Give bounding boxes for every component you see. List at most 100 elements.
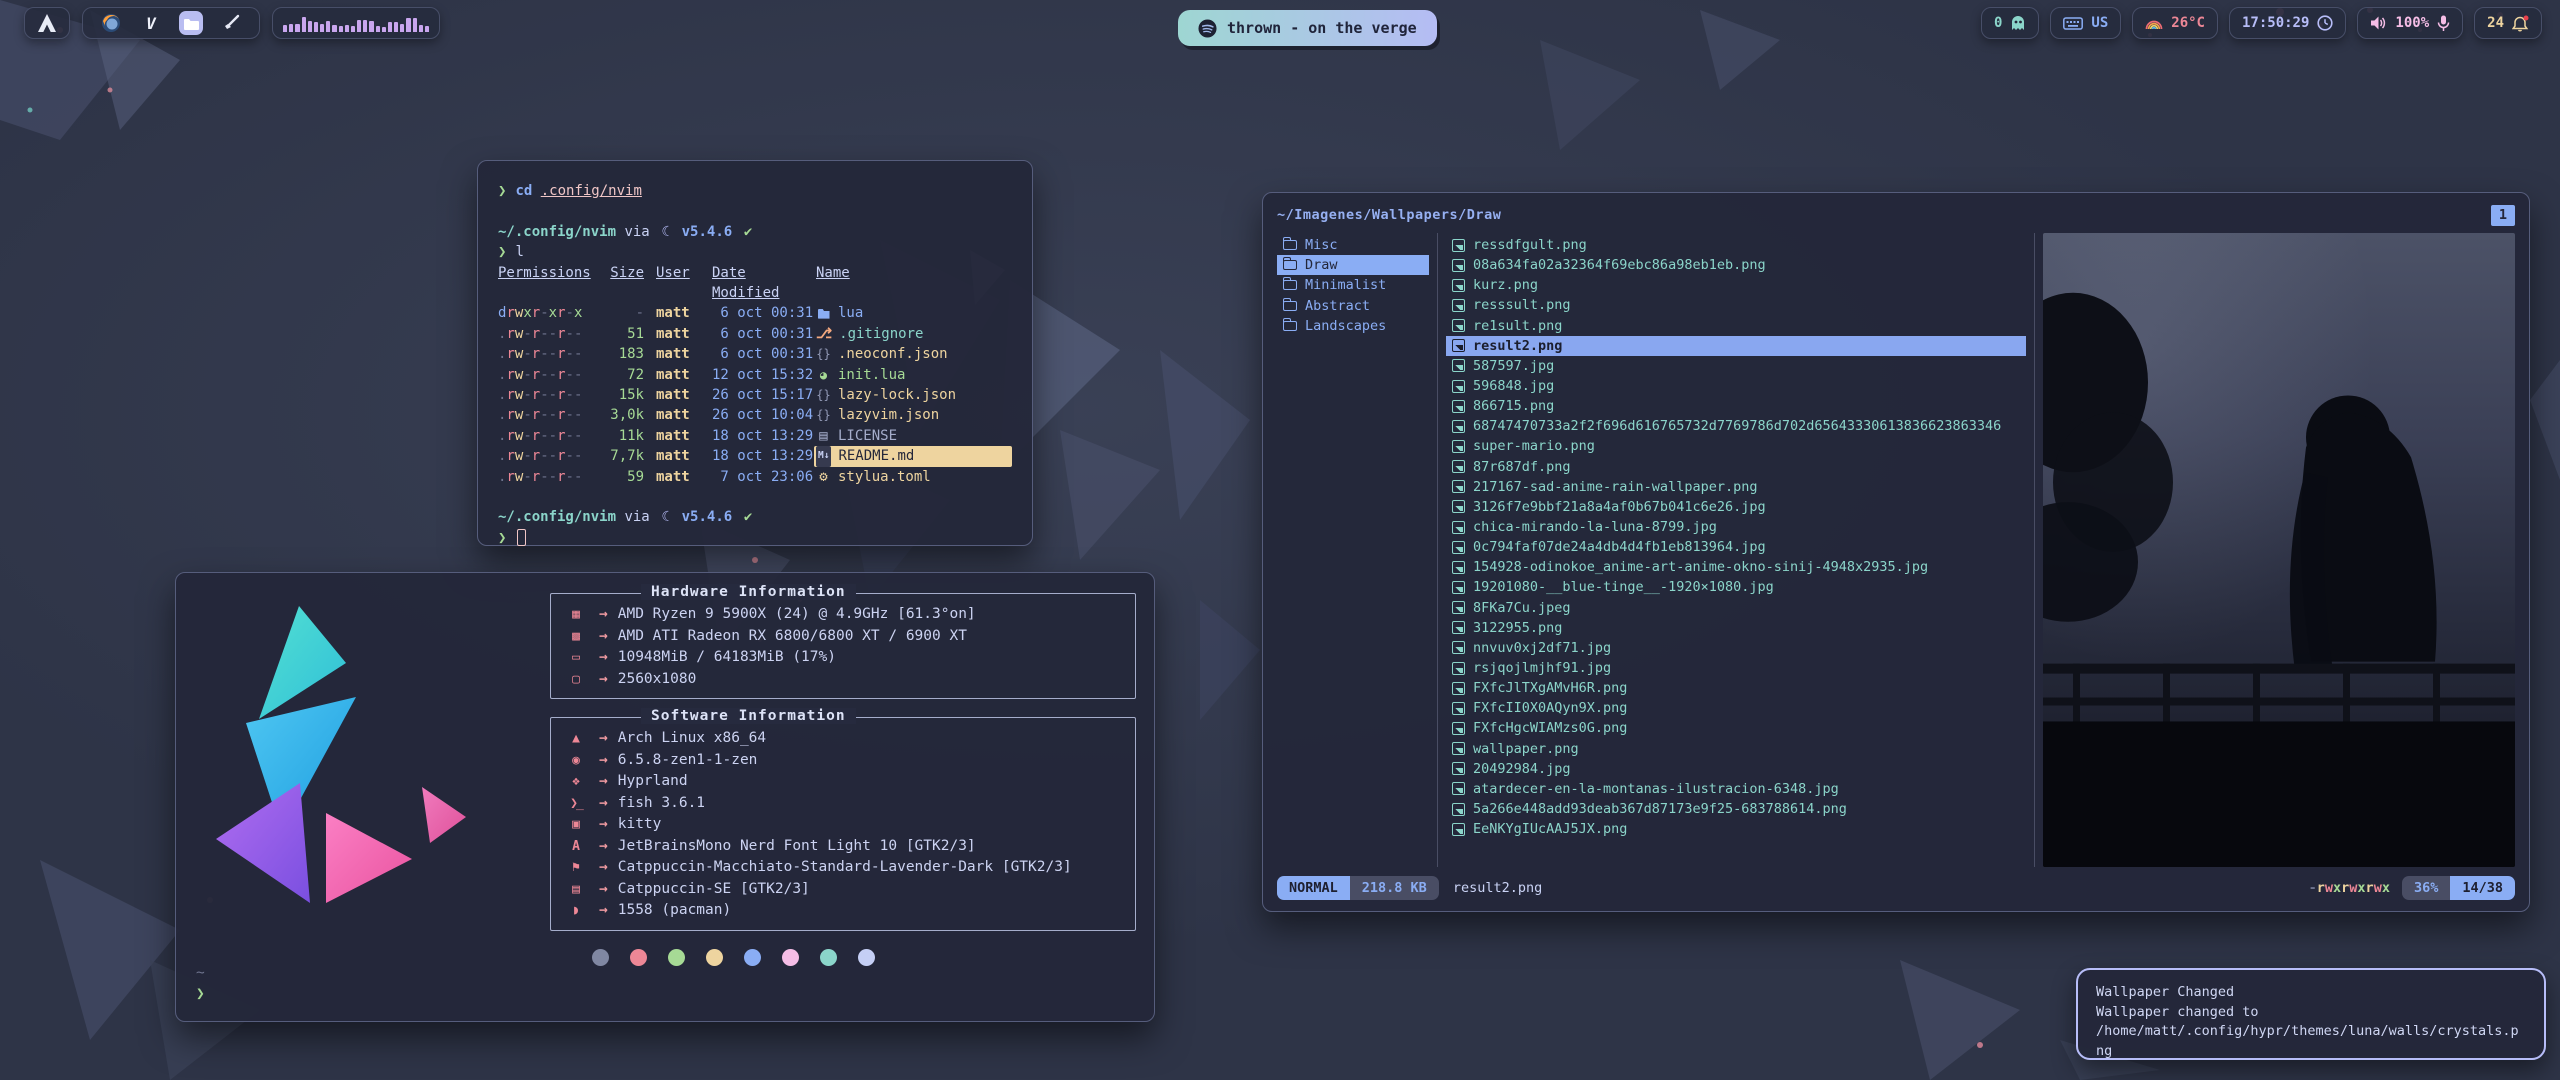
command-arg: .config/nvim — [541, 183, 642, 199]
sidebar-folder[interactable]: Minimalist — [1277, 275, 1429, 295]
file-manager-window[interactable]: ~/Imagenes/Wallpapers/Draw 1 Misc Draw — [1262, 192, 2530, 912]
file-row[interactable]: 5a266e448add93deab367d87173e9f25-6837886… — [1446, 799, 2026, 819]
file-owner: matt — [644, 303, 702, 323]
sidebar-folder[interactable]: Misc — [1277, 235, 1429, 255]
volume-widget[interactable]: 100% — [2357, 7, 2463, 39]
permissions: .rw-r--r-- — [498, 467, 598, 487]
file-row[interactable]: 866715.png — [1446, 396, 2026, 416]
image-file-icon — [1452, 319, 1465, 332]
folder-name: Misc — [1305, 237, 1338, 253]
terminal-icon — [563, 814, 589, 836]
packages-icon — [563, 900, 589, 922]
command-line: ❯cd .config/nvim — [498, 181, 1012, 201]
file-row[interactable]: 0c794faf07de24a4db4d4fb1eb813964.jpg — [1446, 537, 2026, 557]
fetch-row: Catppuccin-Macchiato-Standard-Lavender-D… — [563, 857, 1123, 879]
paintbrush-icon[interactable] — [219, 11, 243, 35]
arrow-icon — [599, 647, 608, 669]
keyboard-icon — [2063, 16, 2083, 31]
firefox-icon[interactable] — [99, 11, 123, 35]
notification-body: Wallpaper changed to /home/matt/.config/… — [2096, 1003, 2526, 1062]
file-row[interactable]: 3126f7e9bbf21a8a4af0b67b041c6e26.jpg — [1446, 497, 2026, 517]
file-row[interactable]: kurz.png — [1446, 275, 2026, 295]
weather-widget[interactable]: 26°C — [2132, 7, 2218, 39]
table-row: .rw-r--r-- 15k matt 26 oct 15:17 lazy-lo… — [498, 385, 1012, 405]
arrow-icon — [599, 836, 608, 858]
file-row[interactable]: ressdfgult.png — [1446, 235, 2026, 255]
terminal-window[interactable]: ❯cd .config/nvim ~/.config/nvim via v5.4… — [477, 160, 1033, 546]
file-row[interactable]: chica-mirando-la-luna-8799.jpg — [1446, 517, 2026, 537]
file-row[interactable]: 87r687df.png — [1446, 457, 2026, 477]
file-row[interactable]: 587597.jpg — [1446, 356, 2026, 376]
file-name: init.lua — [838, 365, 905, 385]
image-file-icon — [1452, 541, 1465, 554]
clock-widget[interactable]: 17:50:29 — [2229, 7, 2346, 39]
file-row[interactable]: EeNKYgIUcAAJ5JX.png — [1446, 819, 2026, 839]
file-row[interactable]: re1sult.png — [1446, 316, 2026, 336]
shell-icon — [563, 793, 589, 815]
visualizer-bar — [369, 21, 373, 32]
file-name: 154928-odinokoe_anime-art-anime-okno-sin… — [1473, 559, 1928, 575]
file-row[interactable]: super-mario.png — [1446, 436, 2026, 456]
fetch-row: 1558 (pacman) — [563, 900, 1123, 922]
file-name: .gitignore — [839, 324, 923, 344]
file-row[interactable]: FXfcJlTXgAMvH6R.png — [1446, 678, 2026, 698]
visualizer-bar — [425, 26, 429, 32]
updates-widget[interactable]: 0 — [1981, 7, 2039, 39]
file-list-pane: ressdfgult.png 08a634fa02a32364f69ebc86a… — [1446, 233, 2026, 867]
notifications-widget[interactable]: 24 — [2474, 7, 2542, 39]
file-row[interactable]: 08a634fa02a32364f69ebc86a98eb1eb.png — [1446, 255, 2026, 275]
fetch-row: kitty — [563, 814, 1123, 836]
file-row[interactable]: 20492984.jpg — [1446, 759, 2026, 779]
tab-indicator[interactable]: 1 — [2491, 205, 2515, 226]
file-row[interactable]: resssult.png — [1446, 295, 2026, 315]
file-row[interactable]: FXfcII0X0AQyn9X.png — [1446, 698, 2026, 718]
pane-divider — [1437, 233, 1438, 867]
table-row: .rw-r--r-- 11k matt 18 oct 13:29 LICENSE — [498, 426, 1012, 446]
fetch-value: 1558 (pacman) — [618, 900, 732, 922]
file-owner: matt — [644, 385, 702, 405]
file-row[interactable]: atardecer-en-la-montanas-ilustracion-634… — [1446, 779, 2026, 799]
sidebar-folder[interactable]: Abstract — [1277, 296, 1429, 316]
sidebar-folder[interactable]: Draw — [1277, 255, 1429, 275]
arrow-icon — [599, 900, 608, 922]
file-row[interactable]: 596848.jpg — [1446, 376, 2026, 396]
image-file-icon — [1452, 500, 1465, 513]
spotify-nowplaying[interactable]: thrown - on the verge — [1178, 10, 1437, 46]
visualizer-bar — [295, 24, 299, 33]
launcher-button[interactable] — [24, 7, 70, 39]
file-row[interactable]: 217167-sad-anime-rain-wallpaper.png — [1446, 477, 2026, 497]
image-file-icon — [1452, 279, 1465, 292]
file-row[interactable]: 8FKa7Cu.jpeg — [1446, 598, 2026, 618]
file-name: FXfcHgcWIAMzs0G.png — [1473, 720, 1627, 736]
file-size: 3,0k — [598, 405, 644, 425]
file-row[interactable]: wallpaper.png — [1446, 739, 2026, 759]
file-date: 18 oct 13:29 — [702, 446, 814, 466]
file-name: FXfcII0X0AQyn9X.png — [1473, 700, 1627, 716]
fetch-value: Catppuccin-SE [GTK2/3] — [618, 879, 810, 901]
hardware-info-title: Hardware Information — [641, 584, 856, 600]
file-manager-icon[interactable] — [179, 11, 203, 35]
topbar-right: 0 US 26°C 17:50:29 — [1981, 7, 2542, 39]
file-row[interactable]: 3122955.png — [1446, 618, 2026, 638]
fetch-prompt: ~ ❯ — [196, 963, 214, 1005]
file-row[interactable]: result2.png — [1446, 336, 2026, 356]
file-row[interactable]: rsjqojlmjhf91.jpg — [1446, 658, 2026, 678]
file-row[interactable]: FXfcHgcWIAMzs0G.png — [1446, 718, 2026, 738]
file-row[interactable]: nnvuv0xj2df71.jpg — [1446, 638, 2026, 658]
notification-toast[interactable]: Wallpaper Changed Wallpaper changed to /… — [2076, 968, 2546, 1060]
table-row: .rw-r--r-- 7,7k matt 18 oct 13:29 README… — [498, 446, 1012, 466]
fetch-row: AMD ATI Radeon RX 6800/6800 XT / 6900 XT — [563, 626, 1123, 648]
file-row[interactable]: 19201080-__blue-tinge__-1920×1080.jpg — [1446, 577, 2026, 597]
file-row[interactable]: 68747470733a2f2f696d616765732d7769786d70… — [1446, 416, 2026, 436]
permissions: .rw-r--r-- — [498, 324, 598, 344]
file-owner: matt — [644, 324, 702, 344]
file-row[interactable]: 154928-odinokoe_anime-art-anime-okno-sin… — [1446, 557, 2026, 577]
file-name: 596848.jpg — [1473, 378, 1554, 394]
input-line[interactable]: ❯ — [498, 528, 1012, 548]
image-file-icon — [1452, 782, 1465, 795]
audio-visualizer — [272, 7, 440, 39]
vim-icon[interactable]: V — [139, 11, 163, 35]
fetch-window[interactable]: Hardware Information AMD Ryzen 9 5900X (… — [175, 572, 1155, 1022]
keyboard-layout-widget[interactable]: US — [2050, 7, 2121, 39]
sidebar-folder[interactable]: Landscapes — [1277, 316, 1429, 336]
